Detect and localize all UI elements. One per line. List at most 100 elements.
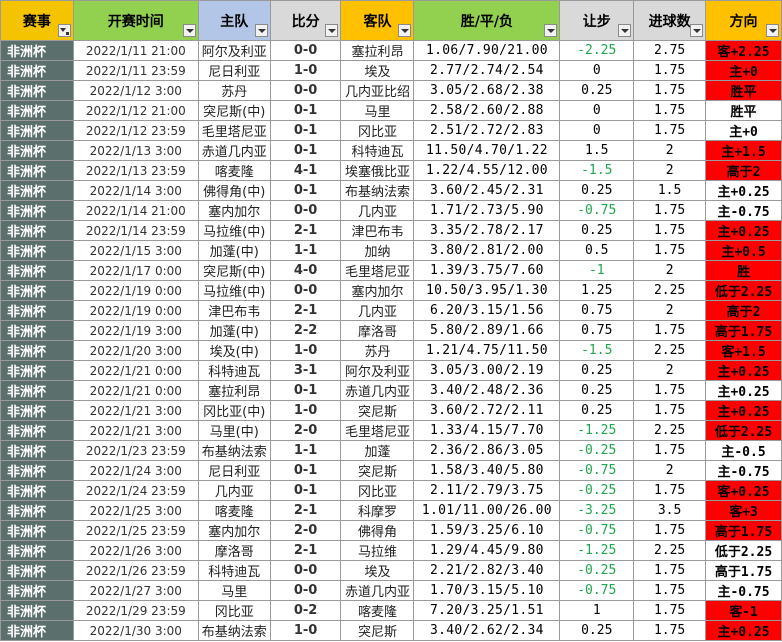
odds-cell[interactable]: 2.77/2.74/2.54 xyxy=(413,60,561,81)
odds-cell[interactable]: 6.20/3.15/1.56 xyxy=(413,300,561,321)
goals-cell[interactable]: 2 xyxy=(633,260,707,281)
home-team-cell[interactable]: 加蓬(中) xyxy=(197,320,271,341)
event-cell[interactable]: 非洲杯 xyxy=(0,420,74,441)
time-cell[interactable]: 2022/1/17 0:00 xyxy=(72,260,199,281)
time-cell[interactable]: 2022/1/19 0:00 xyxy=(72,280,199,301)
away-team-cell[interactable]: 塞拉利昂 xyxy=(340,40,415,61)
event-cell[interactable]: 非洲杯 xyxy=(0,240,74,261)
handicap-cell[interactable]: -3.25 xyxy=(559,500,635,521)
odds-cell[interactable]: 7.20/3.25/1.51 xyxy=(413,600,561,621)
away-team-cell[interactable]: 马拉维 xyxy=(340,540,415,561)
goals-cell[interactable]: 1.75 xyxy=(633,380,707,401)
score-cell[interactable]: 2-1 xyxy=(269,500,342,521)
away-team-cell[interactable]: 埃塞俄比亚 xyxy=(340,160,415,181)
event-cell[interactable]: 非洲杯 xyxy=(0,480,74,501)
goals-cell[interactable]: 1.75 xyxy=(633,80,707,101)
filter-dropdown-away[interactable] xyxy=(398,24,412,37)
score-cell[interactable]: 4-0 xyxy=(269,260,342,281)
odds-cell[interactable]: 3.35/2.78/2.17 xyxy=(413,220,561,241)
goals-cell[interactable]: 1.75 xyxy=(633,100,707,121)
direction-cell[interactable]: 主+0.25 xyxy=(705,380,782,401)
home-team-cell[interactable]: 科特迪瓦 xyxy=(197,560,271,581)
goals-cell[interactable]: 1.75 xyxy=(633,320,707,341)
goals-cell[interactable]: 1.75 xyxy=(633,220,707,241)
odds-cell[interactable]: 1.06/7.90/21.00 xyxy=(413,40,561,61)
score-cell[interactable]: 0-2 xyxy=(269,600,342,621)
goals-cell[interactable]: 2 xyxy=(633,160,707,181)
score-cell[interactable]: 4-1 xyxy=(269,160,342,181)
odds-cell[interactable]: 1.58/3.40/5.80 xyxy=(413,460,561,481)
direction-cell[interactable]: 高于1.75 xyxy=(705,520,782,541)
score-cell[interactable]: 0-0 xyxy=(269,200,342,221)
handicap-cell[interactable]: 0 xyxy=(559,100,635,121)
score-cell[interactable]: 2-0 xyxy=(269,520,342,541)
goals-cell[interactable]: 1.75 xyxy=(633,440,707,461)
filter-dropdown-home[interactable] xyxy=(254,24,268,37)
handicap-cell[interactable]: 0.25 xyxy=(559,80,635,101)
direction-cell[interactable]: 主+0.5 xyxy=(705,240,782,261)
away-team-cell[interactable]: 马里 xyxy=(340,100,415,121)
home-team-cell[interactable]: 阿尔及利亚 xyxy=(197,40,271,61)
home-team-cell[interactable]: 塞拉利昂 xyxy=(197,380,271,401)
handicap-cell[interactable]: -0.75 xyxy=(559,520,635,541)
event-cell[interactable]: 非洲杯 xyxy=(0,540,74,561)
handicap-cell[interactable]: -2.25 xyxy=(559,40,635,61)
handicap-cell[interactable]: -0.25 xyxy=(559,440,635,461)
direction-cell[interactable]: 高于2 xyxy=(705,160,782,181)
filter-dropdown-goals[interactable] xyxy=(690,24,704,37)
score-cell[interactable]: 0-0 xyxy=(269,560,342,581)
time-cell[interactable]: 2022/1/12 3:00 xyxy=(72,80,199,101)
home-team-cell[interactable]: 津巴布韦 xyxy=(197,300,271,321)
away-team-cell[interactable]: 科特迪瓦 xyxy=(340,140,415,161)
away-team-cell[interactable]: 突尼斯 xyxy=(340,400,415,421)
home-team-cell[interactable]: 布基纳法索 xyxy=(197,620,271,641)
handicap-cell[interactable]: 0 xyxy=(559,60,635,81)
odds-cell[interactable]: 11.50/4.70/1.22 xyxy=(413,140,561,161)
odds-cell[interactable]: 1.33/4.15/7.70 xyxy=(413,420,561,441)
time-cell[interactable]: 2022/1/11 23:59 xyxy=(72,60,199,81)
direction-cell[interactable]: 客+3 xyxy=(705,500,782,521)
event-cell[interactable]: 非洲杯 xyxy=(0,560,74,581)
goals-cell[interactable]: 2 xyxy=(633,140,707,161)
away-team-cell[interactable]: 毛里塔尼亚 xyxy=(340,260,415,281)
handicap-cell[interactable]: 0.25 xyxy=(559,400,635,421)
event-cell[interactable]: 非洲杯 xyxy=(0,360,74,381)
time-cell[interactable]: 2022/1/25 23:59 xyxy=(72,520,199,541)
away-team-cell[interactable]: 几内亚比绍 xyxy=(340,80,415,101)
event-cell[interactable]: 非洲杯 xyxy=(0,460,74,481)
direction-cell[interactable]: 主+0 xyxy=(705,60,782,81)
away-team-cell[interactable]: 阿尔及利亚 xyxy=(340,360,415,381)
away-team-cell[interactable]: 佛得角 xyxy=(340,520,415,541)
event-cell[interactable]: 非洲杯 xyxy=(0,500,74,521)
home-team-cell[interactable]: 喀麦隆 xyxy=(197,160,271,181)
handicap-cell[interactable]: 0 xyxy=(559,120,635,141)
away-team-cell[interactable]: 突尼斯 xyxy=(340,460,415,481)
goals-cell[interactable]: 1.75 xyxy=(633,240,707,261)
event-cell[interactable]: 非洲杯 xyxy=(0,600,74,621)
event-cell[interactable]: 非洲杯 xyxy=(0,620,74,641)
time-cell[interactable]: 2022/1/27 3:00 xyxy=(72,580,199,601)
home-team-cell[interactable]: 马里 xyxy=(197,580,271,601)
event-cell[interactable]: 非洲杯 xyxy=(0,260,74,281)
direction-cell[interactable]: 高于1.75 xyxy=(705,320,782,341)
filter-dropdown-handicap[interactable] xyxy=(618,24,632,37)
score-cell[interactable]: 2-1 xyxy=(269,220,342,241)
home-team-cell[interactable]: 尼日利亚 xyxy=(197,60,271,81)
goals-cell[interactable]: 2.25 xyxy=(633,280,707,301)
score-cell[interactable]: 2-0 xyxy=(269,420,342,441)
direction-cell[interactable]: 高于1.75 xyxy=(705,560,782,581)
score-cell[interactable]: 0-1 xyxy=(269,100,342,121)
away-team-cell[interactable]: 苏丹 xyxy=(340,340,415,361)
away-team-cell[interactable]: 布基纳法索 xyxy=(340,180,415,201)
time-cell[interactable]: 2022/1/12 21:00 xyxy=(72,100,199,121)
score-cell[interactable]: 2-2 xyxy=(269,320,342,341)
score-cell[interactable]: 0-1 xyxy=(269,380,342,401)
odds-cell[interactable]: 1.22/4.55/12.00 xyxy=(413,160,561,181)
home-team-cell[interactable]: 布基纳法索 xyxy=(197,440,271,461)
away-team-cell[interactable]: 毛里塔尼亚 xyxy=(340,420,415,441)
away-team-cell[interactable]: 赤道几内亚 xyxy=(340,580,415,601)
score-cell[interactable]: 0-0 xyxy=(269,40,342,61)
goals-cell[interactable]: 1.75 xyxy=(633,600,707,621)
goals-cell[interactable]: 3.5 xyxy=(633,500,707,521)
score-cell[interactable]: 0-1 xyxy=(269,120,342,141)
